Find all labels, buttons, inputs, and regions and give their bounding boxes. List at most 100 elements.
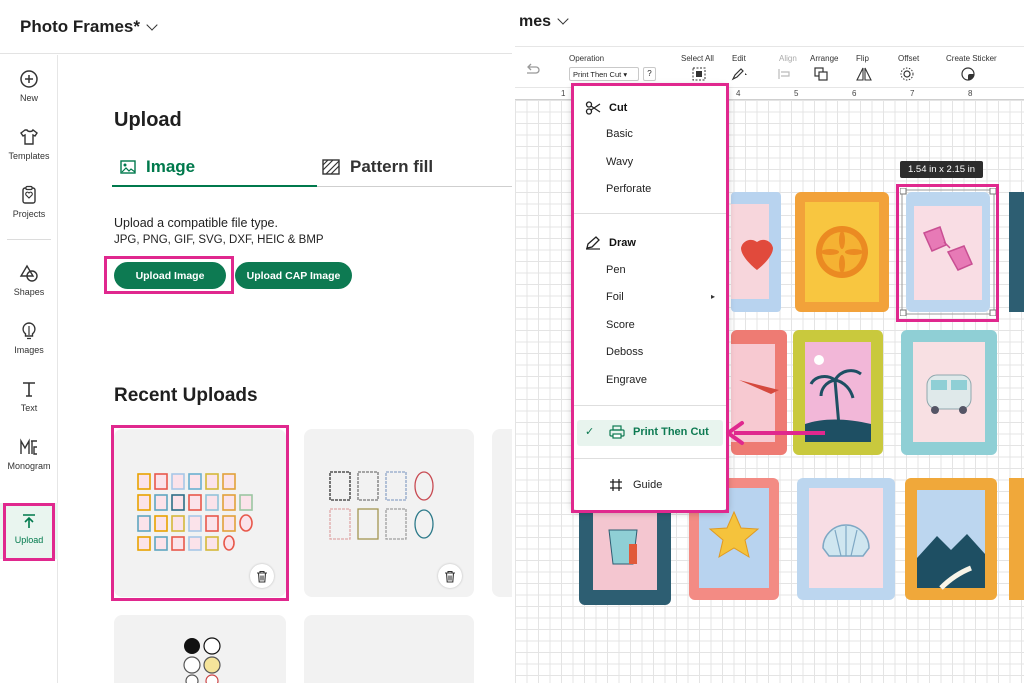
stamp-sheet-thumbnail	[137, 473, 253, 551]
upload-heading: Upload	[114, 109, 182, 131]
stamp-edge[interactable]	[1009, 192, 1024, 312]
stamp-citrus[interactable]	[795, 192, 889, 312]
project-title-dropdown[interactable]: Photo Frames*	[20, 17, 158, 37]
draw-header-label: Draw	[609, 237, 636, 249]
projects-icon	[22, 185, 36, 204]
upload-icon	[23, 514, 35, 528]
menu-item-pen[interactable]: Pen	[606, 264, 626, 276]
monogram-icon	[20, 438, 37, 455]
stamp-seashell[interactable]	[797, 478, 895, 600]
menu-item-deboss[interactable]: Deboss	[606, 346, 643, 358]
pen-icon	[586, 236, 600, 250]
help-button[interactable]: ?	[643, 67, 656, 81]
text-icon	[23, 382, 35, 397]
project-title-fragment: mes	[519, 13, 552, 30]
delete-upload-button[interactable]	[438, 564, 462, 588]
stamp-heart[interactable]	[731, 192, 781, 312]
shapes-icon	[19, 264, 38, 282]
balls-thumbnail	[183, 637, 221, 683]
cut-section-header: Cut	[585, 101, 627, 115]
stamp-edge[interactable]	[1009, 478, 1024, 600]
design-canvas-panel: mes Operation Print Then Cut ▾ ? Select …	[515, 0, 1024, 683]
project-title-dropdown[interactable]: mes	[519, 13, 569, 31]
arrange-icon[interactable]	[814, 67, 832, 81]
menu-divider	[573, 405, 727, 406]
printer-icon	[609, 425, 625, 439]
recent-upload-card[interactable]	[492, 429, 512, 597]
recent-upload-card[interactable]	[114, 615, 286, 683]
stamp-mountain[interactable]	[905, 478, 997, 600]
sidebar-item-shapes[interactable]: Shapes	[0, 263, 58, 315]
recent-upload-card[interactable]	[114, 429, 286, 597]
image-icon	[120, 160, 136, 174]
checkmark-icon: ✓	[585, 426, 595, 438]
submenu-arrow-icon: ▸	[711, 292, 716, 301]
delete-upload-button[interactable]	[250, 564, 274, 588]
select-all-button[interactable]: Select All	[681, 54, 714, 63]
active-tab-indicator	[112, 185, 317, 187]
scissors-icon	[585, 101, 601, 115]
sidebar-divider	[7, 239, 51, 240]
recent-upload-card[interactable]	[304, 615, 474, 683]
sticker-icon[interactable]	[961, 67, 979, 81]
sidebar-item-images[interactable]: Images	[0, 321, 58, 373]
upload-image-button[interactable]: Upload Image	[114, 262, 226, 289]
ruler-tick: 1	[561, 89, 566, 98]
print-then-cut-label: Print Then Cut	[633, 426, 709, 438]
sidebar-item-label: New	[19, 93, 38, 103]
redo-icon[interactable]	[525, 63, 541, 75]
recent-upload-card[interactable]	[304, 429, 474, 597]
offset-icon[interactable]	[900, 67, 918, 81]
select-all-icon[interactable]	[692, 67, 706, 81]
pointer-arrow	[726, 421, 825, 445]
tab-label: Image	[146, 157, 196, 176]
upload-cap-image-button[interactable]: Upload CAP Image	[235, 262, 352, 289]
flip-icon[interactable]	[855, 67, 873, 81]
sidebar-item-label: Projects	[12, 209, 46, 219]
stamp-bucket[interactable]	[579, 500, 671, 605]
flip-label: Flip	[856, 54, 869, 63]
menu-item-engrave[interactable]: Engrave	[606, 374, 647, 386]
stamp-sunglasses[interactable]	[900, 188, 996, 316]
sidebar-item-upload[interactable]: Upload	[0, 503, 58, 559]
upload-content: Upload Image Pattern fill Upload a compa…	[60, 55, 512, 683]
shirt-icon	[20, 128, 38, 145]
draw-section-header: Draw	[585, 236, 636, 250]
canvas-top-bar: mes	[515, 0, 1024, 46]
menu-item-wavy[interactable]: Wavy	[606, 156, 633, 168]
ruler-tick: 7	[910, 89, 915, 98]
ruler-tick: 8	[968, 89, 973, 98]
tab-pattern-fill[interactable]: Pattern fill	[322, 157, 433, 177]
sidebar-item-label: Upload	[14, 535, 44, 545]
menu-item-score[interactable]: Score	[606, 319, 635, 331]
operation-select[interactable]: Print Then Cut ▾	[569, 67, 639, 81]
left-sidebar: New Templates Projects Shapes Images Tex…	[0, 55, 58, 683]
menu-item-perforate[interactable]: Perforate	[606, 183, 651, 195]
sidebar-item-text[interactable]: Text	[0, 379, 58, 431]
menu-divider	[573, 213, 727, 214]
operation-dropdown-menu: Cut Basic Wavy Perforate Draw Pen Foil ▸…	[573, 85, 727, 510]
stamp-campervan[interactable]	[901, 330, 997, 455]
menu-item-guide[interactable]: Guide	[633, 479, 662, 491]
edit-icon[interactable]	[731, 67, 749, 81]
align-icon	[778, 69, 790, 79]
sidebar-item-monogram[interactable]: Monogram	[0, 437, 58, 489]
lightbulb-icon	[22, 322, 36, 340]
ruler-tick: 6	[852, 89, 857, 98]
menu-item-basic[interactable]: Basic	[606, 128, 633, 140]
guide-hash-icon	[610, 479, 622, 491]
sidebar-item-projects[interactable]: Projects	[0, 185, 58, 237]
edit-label: Edit	[732, 54, 746, 63]
chevron-down-icon	[557, 13, 569, 25]
sidebar-item-label: Images	[14, 345, 44, 355]
plus-circle-icon	[20, 70, 38, 88]
menu-item-foil[interactable]: Foil	[606, 291, 624, 303]
sidebar-item-label: Monogram	[7, 461, 51, 471]
sidebar-item-label: Shapes	[13, 287, 45, 297]
project-title: Photo Frames*	[20, 17, 140, 36]
cut-header-label: Cut	[609, 102, 628, 114]
sidebar-item-new[interactable]: New	[0, 69, 58, 121]
sidebar-item-label: Templates	[8, 151, 50, 161]
tab-image[interactable]: Image	[120, 157, 195, 177]
sidebar-item-templates[interactable]: Templates	[0, 127, 58, 179]
